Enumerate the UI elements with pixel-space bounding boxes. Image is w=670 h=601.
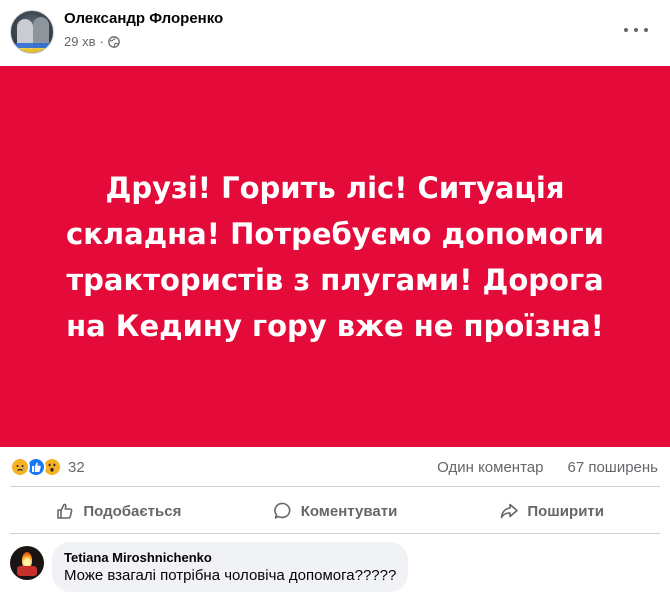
meta-separator: ·: [99, 34, 104, 49]
post-meta: 29 хв ·: [64, 34, 120, 49]
stats-divider: [10, 486, 660, 487]
more-options-icon[interactable]: [624, 20, 648, 40]
comment-bubble-icon: [273, 502, 291, 519]
reactions-summary[interactable]: 32: [10, 457, 85, 477]
like-button-label: Подобається: [83, 502, 182, 520]
share-count-link[interactable]: 67 поширень: [567, 459, 658, 476]
actions-divider: [10, 533, 660, 534]
comment-item: Tetiana Miroshnichenko Може взагалі потр…: [10, 540, 660, 600]
post-image[interactable]: Друзі! Горить ліс! Ситуація складна! Пот…: [0, 66, 670, 447]
post-time[interactable]: 29 хв: [64, 34, 95, 49]
share-button-label: Поширити: [527, 502, 604, 520]
post-image-text: Друзі! Горить ліс! Ситуація складна! Пот…: [66, 170, 604, 343]
stats-right: Один коментар 67 поширень: [437, 459, 658, 476]
comment-text: Може взагалі потрібна чоловіча допомога?…: [64, 567, 397, 584]
comment-button-label: Коментувати: [300, 502, 398, 520]
thumbs-up-icon: [57, 503, 73, 519]
post-actions: Подобається Коментувати Поширити: [10, 490, 660, 532]
comment-button[interactable]: Коментувати: [227, 490, 444, 532]
post-stats: 32 Один коментар 67 поширень: [0, 447, 670, 487]
share-button[interactable]: Поширити: [443, 490, 660, 532]
commenter-name[interactable]: Tetiana Miroshnichenko: [64, 550, 396, 565]
globe-icon[interactable]: [107, 35, 120, 48]
share-arrow-icon: [501, 503, 519, 519]
post-header: Олександр Флоренко 29 хв ·: [0, 0, 670, 66]
comment-count-link[interactable]: Один коментар: [437, 459, 543, 476]
like-button[interactable]: Подобається: [10, 490, 227, 532]
commenter-avatar[interactable]: [10, 546, 44, 580]
author-name[interactable]: Олександр Флоренко: [64, 10, 223, 27]
sad-reaction-icon: [10, 457, 30, 477]
comment-bubble: Tetiana Miroshnichenko Може взагалі потр…: [52, 542, 409, 592]
author-avatar[interactable]: [10, 10, 54, 54]
reaction-count: 32: [68, 458, 85, 476]
